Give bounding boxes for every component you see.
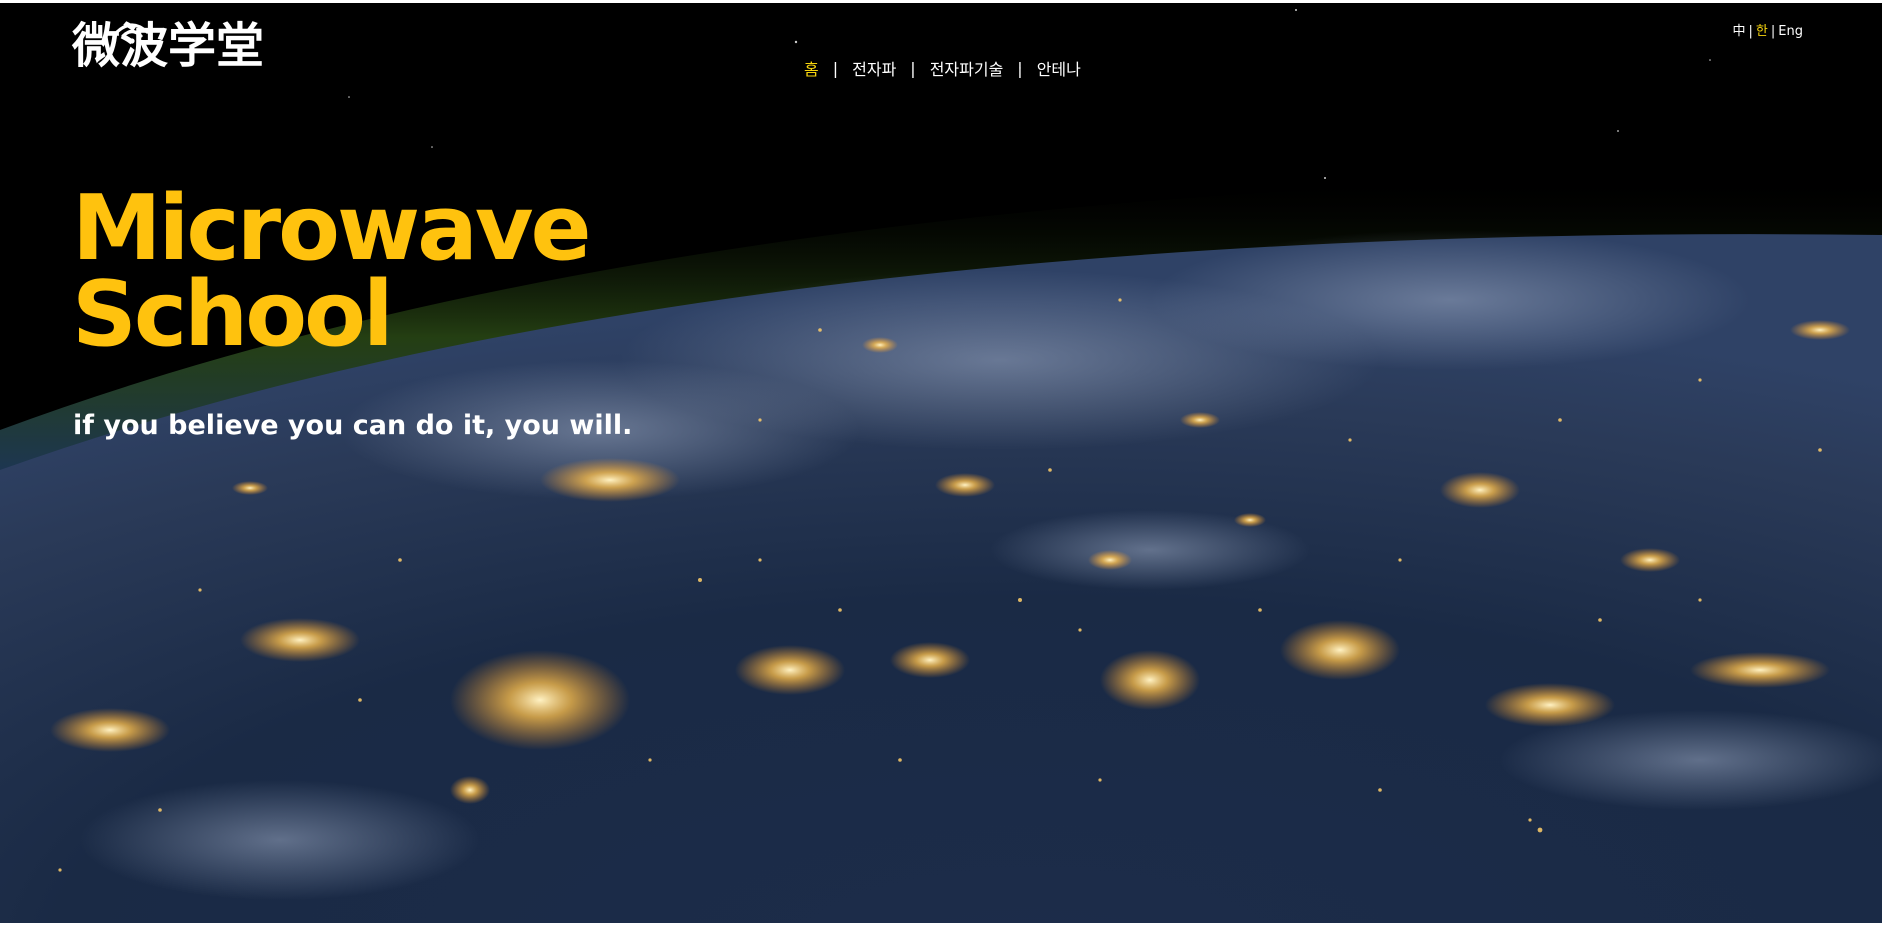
hero-title-line-1: Microwave: [72, 176, 592, 281]
lang-separator: |: [1748, 24, 1753, 39]
lang-separator: |: [1770, 24, 1776, 39]
nav-item-electromagnetic-wave[interactable]: 전자파: [852, 56, 896, 80]
hero-title-line-2: School: [72, 262, 394, 367]
language-switcher: 中 | 한 | Eng: [1733, 20, 1803, 39]
nav-item-em-technology[interactable]: 전자파기술: [930, 56, 1004, 80]
lang-chinese[interactable]: 中: [1733, 24, 1746, 39]
nav-separator: |: [832, 58, 839, 78]
wifi-icon: [115, 23, 149, 44]
lang-korean[interactable]: 한: [1756, 24, 1768, 39]
nav-separator: |: [1017, 58, 1023, 78]
hero-title: Microwave School: [72, 176, 592, 367]
nav-separator: |: [910, 58, 916, 78]
hero-tagline: if you believe you can do it, you will.: [73, 410, 633, 441]
lang-english[interactable]: Eng: [1778, 24, 1803, 39]
main-nav: 홈 | 전자파 | 전자파기술 | 안테나: [804, 56, 1081, 80]
top-border: [0, 0, 1882, 3]
earth-background-image: [0, 0, 1882, 925]
page: 微波学堂 홈 | 전자파 | 전자파기술 | 안테나 中 | 한 | Eng Micro…: [0, 0, 1882, 925]
nav-item-antenna[interactable]: 안테나: [1037, 56, 1081, 80]
nav-item-home[interactable]: 홈: [804, 56, 819, 80]
logo-text: 微波学堂: [72, 18, 265, 74]
site-logo[interactable]: 微波学堂: [72, 22, 264, 70]
